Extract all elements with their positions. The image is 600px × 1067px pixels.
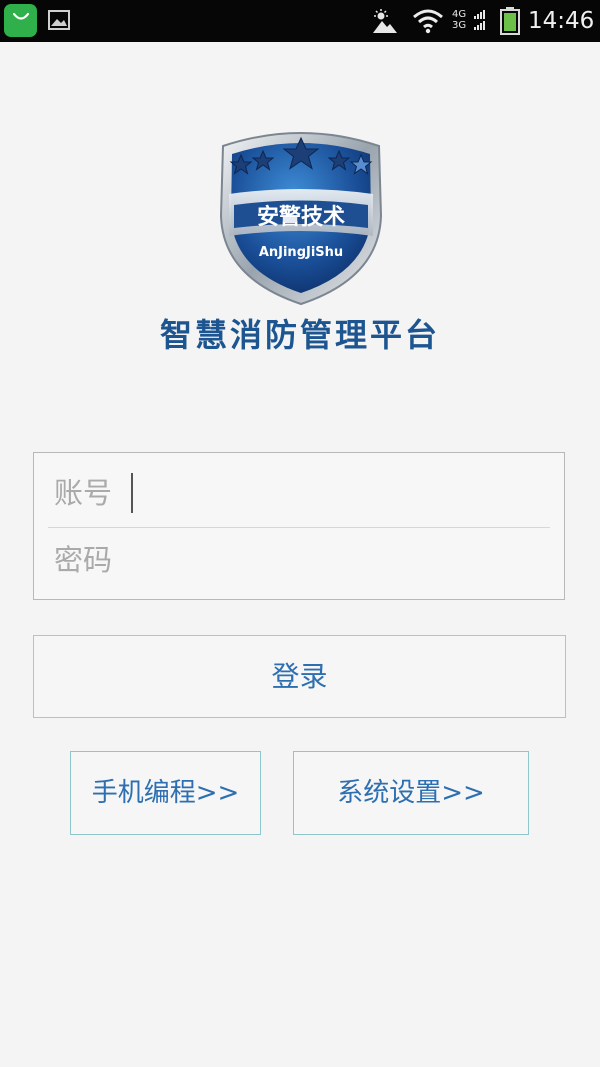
phone-programming-button[interactable]: 手机编程>> [70,751,261,835]
battery-icon [500,7,520,35]
login-button[interactable]: 登录 [33,635,566,718]
account-input[interactable] [54,471,524,515]
logo-text-en: AnJingJiShu [259,245,343,260]
login-form [33,452,565,600]
shopping-bag-icon [4,4,37,37]
system-settings-button[interactable]: 系统设置>> [293,751,529,835]
status-time: 14:46 [528,8,595,34]
signal-icon: 4G 3G [452,9,488,35]
app-title: 智慧消防管理平台 [159,316,440,354]
anjing-logo: 安警技术 AnJingJiShu [219,132,383,306]
logo-text-cn: 安警技术 [257,204,345,230]
text-cursor [131,473,133,513]
password-input[interactable] [54,538,524,582]
gallery-icon [48,10,70,30]
weather-icon [373,9,397,33]
wifi-icon [413,9,443,34]
status-bar: 4G 3G 14:46 [0,0,600,42]
field-divider [48,527,550,528]
